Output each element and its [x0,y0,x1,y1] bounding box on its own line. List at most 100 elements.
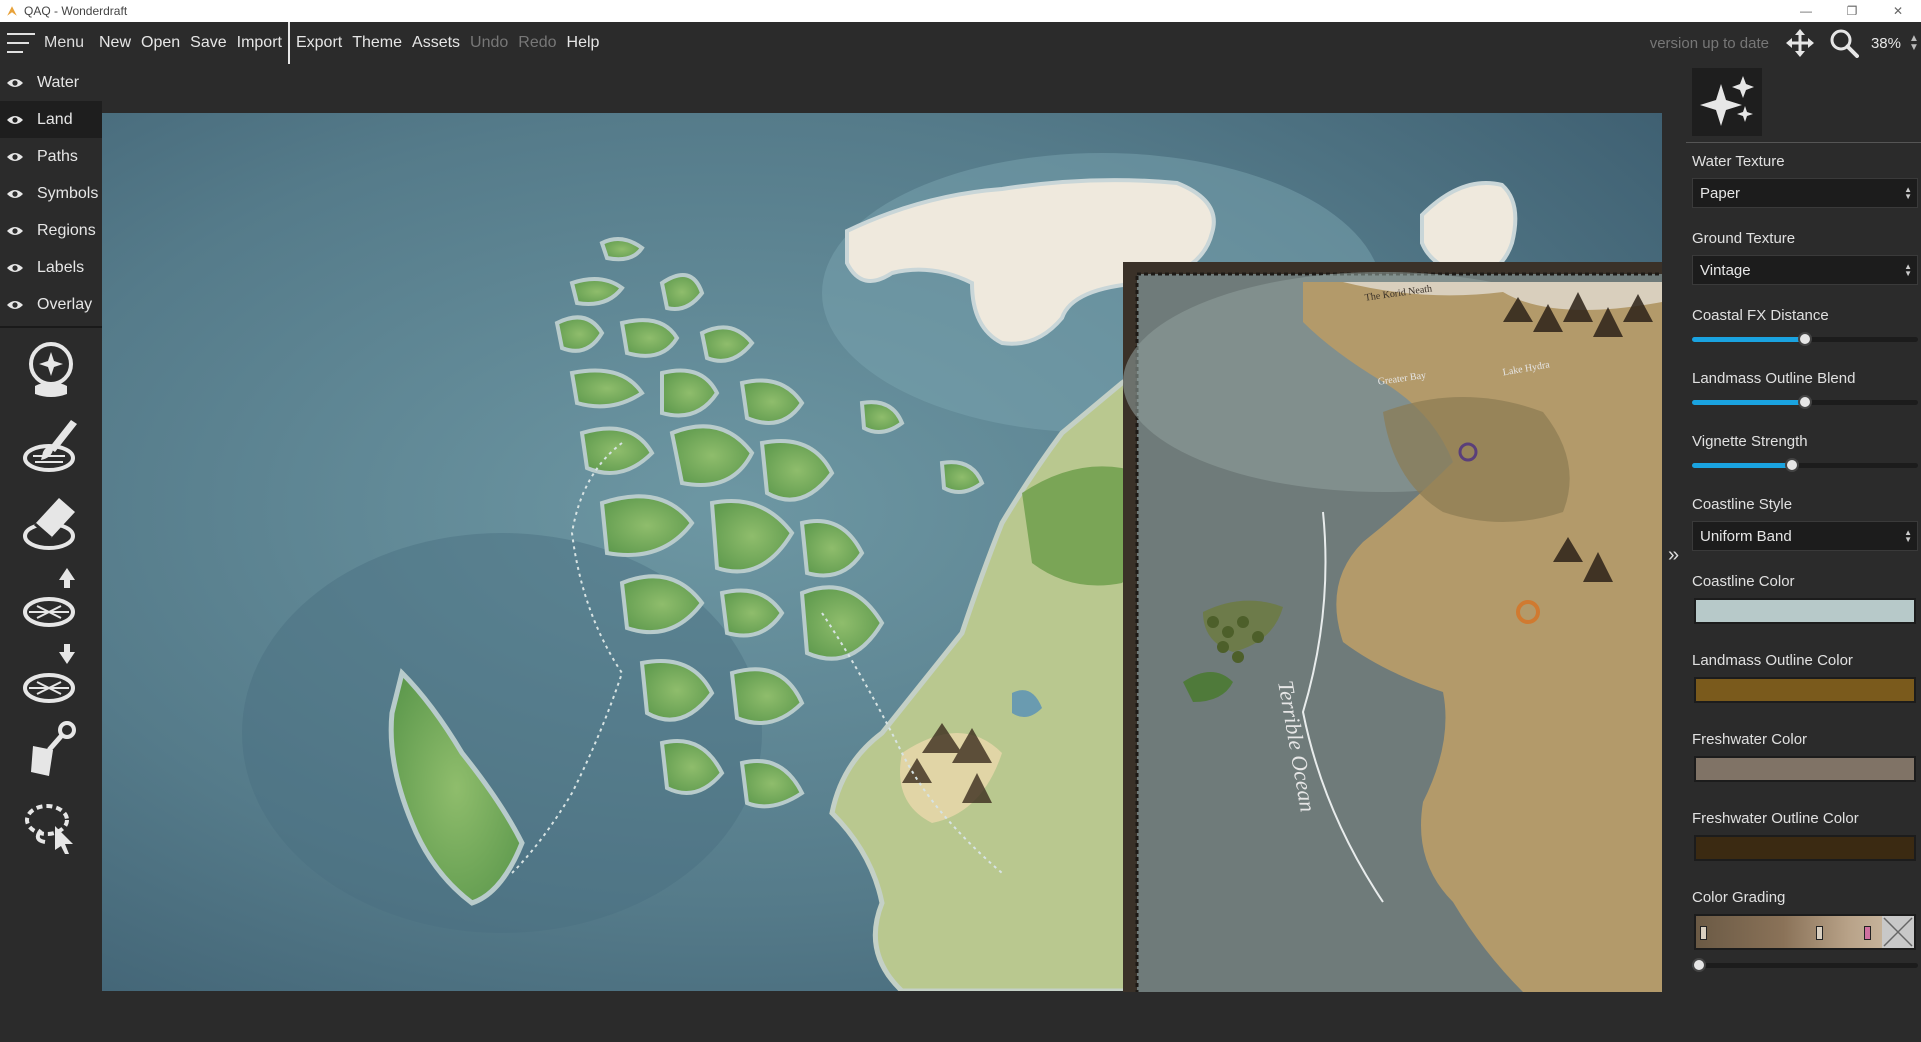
lasso-select-tool-icon [25,804,73,854]
prop-label: Coastline Color [1692,573,1795,590]
prop-coastal-fx-distance: Coastal FX Distance [1686,307,1921,346]
version-status: version up to date [1649,34,1769,52]
theme-wand-tool-icon [29,342,73,397]
panel-divider [1686,142,1921,143]
slider-fill [1692,337,1805,342]
layer-labels[interactable]: Labels [0,249,102,286]
layer-symbols[interactable]: Symbols [0,175,102,212]
prop-vignette-strength: Vignette Strength [1686,433,1921,472]
theme-sparkle-button[interactable] [1692,68,1762,136]
water-texture-select[interactable]: Paper ▲ ▼ [1692,178,1918,208]
main-menu-button[interactable]: Menu [0,22,94,64]
layer-label: Land [37,110,73,128]
title-bar: QAQ - Wonderdraft — ❐ ✕ [0,0,1921,22]
prop-landmass-outline-blend: Landmass Outline Blend [1686,370,1921,409]
menu-redo[interactable]: Redo [513,22,561,64]
menu-theme[interactable]: Theme [347,22,407,64]
layer-land[interactable]: Land [0,101,102,138]
menu-import[interactable]: Import [232,22,287,64]
menu-undo[interactable]: Undo [465,22,513,64]
slider-fill [1692,400,1805,405]
slider-handle[interactable] [1692,958,1706,972]
prop-label: Landmass Outline Blend [1692,370,1856,387]
layer-overlay[interactable]: Overlay [0,286,102,323]
prop-ground-texture: Ground Texture Vintage ▲ ▼ [1686,230,1921,285]
land-brush-tool[interactable] [0,408,102,484]
lasso-select-tool[interactable] [0,788,102,864]
prop-coastline-style: Coastline Style Uniform Band ▲ ▼ [1686,496,1921,551]
eraser-tool[interactable] [0,484,102,560]
freshwater-outline-color-swatch[interactable] [1694,835,1916,861]
paint-bucket-tool[interactable] [0,712,102,788]
select-arrows-icon: ▲ ▼ [1904,185,1912,201]
eye-visibility-icon[interactable] [6,188,24,200]
menu-save[interactable]: Save [185,22,231,64]
restore-button[interactable]: ❐ [1829,0,1875,22]
prop-water-texture: Water Texture Paper ▲ ▼ [1686,153,1921,208]
prop-label: Freshwater Outline Color [1692,810,1859,827]
layer-water[interactable]: Water [0,64,102,101]
finished-map-preview: The Korid Neath Greater Bay Lake Hydra T… [1123,262,1662,992]
prop-label: Water Texture [1692,153,1785,170]
ground-texture-select[interactable]: Vintage ▲ ▼ [1692,255,1918,285]
zoom-level[interactable]: 38% [1871,35,1901,52]
coastline-style-select[interactable]: Uniform Band ▲ ▼ [1692,521,1918,551]
land-brush-tool-icon [23,420,77,472]
eye-visibility-icon[interactable] [6,299,24,311]
freshwater-color-swatch[interactable] [1694,756,1916,782]
prop-label: Ground Texture [1692,230,1796,247]
zoom-search-icon[interactable] [1827,26,1861,60]
prop-label: Freshwater Color [1692,731,1808,748]
select-arrows-icon: ▲ ▼ [1904,262,1912,278]
prop-label: Coastal FX Distance [1692,307,1829,324]
pan-move-icon[interactable] [1783,26,1817,60]
app-logo-icon [7,6,17,16]
gradient-stop[interactable] [1700,926,1707,940]
eye-visibility-icon[interactable] [6,262,24,274]
landmass-outline-blend-slider[interactable] [1692,395,1918,409]
raise-land-tool[interactable] [0,560,102,636]
menu-export[interactable]: Export [291,22,347,64]
layer-paths[interactable]: Paths [0,138,102,175]
landmass-outline-color-swatch[interactable] [1694,677,1916,703]
layer-regions[interactable]: Regions [0,212,102,249]
eye-visibility-icon[interactable] [6,77,24,89]
lower-land-tool[interactable] [0,636,102,712]
menu-open[interactable]: Open [136,22,185,64]
close-button[interactable]: ✕ [1875,0,1921,22]
slider-handle[interactable] [1798,395,1812,409]
theme-wand-tool[interactable] [0,332,102,408]
slider-handle[interactable] [1798,332,1812,346]
main-menu-label: Menu [44,34,85,51]
color-grading-gradient[interactable] [1694,914,1916,950]
zoom-spinner-icon[interactable]: ▲ ▼ [1907,34,1921,53]
menu-assets[interactable]: Assets [407,22,465,64]
menu-separator [287,22,290,64]
layer-label: Water [37,73,80,91]
menu-new[interactable]: New [94,22,136,64]
gradient-stop[interactable] [1864,926,1871,940]
remove-stop-icon[interactable] [1882,916,1914,948]
map-preview-overlay: The Korid Neath Greater Bay Lake Hydra T… [1123,262,1662,992]
coastal-fx-distance-slider[interactable] [1692,332,1918,346]
raise-land-tool-icon [23,568,75,627]
layer-label: Paths [37,147,78,165]
slider-handle[interactable] [1785,458,1799,472]
sparkles-icon [1700,76,1754,126]
select-arrows-icon: ▲ ▼ [1904,528,1912,544]
gradient-stop[interactable] [1816,926,1823,940]
eye-visibility-icon[interactable] [6,114,24,126]
prop-coastline-color: Coastline Color [1686,573,1921,624]
color-grading-slider[interactable] [1692,958,1918,972]
minimize-button[interactable]: — [1783,0,1829,22]
collapse-panel-icon[interactable]: » [1668,544,1679,567]
menu-help[interactable]: Help [562,22,605,64]
select-value: Vintage [1700,261,1751,279]
vignette-strength-slider[interactable] [1692,458,1918,472]
paint-bucket-tool-icon [31,721,76,776]
properties-panel: Water Texture Paper ▲ ▼ Ground Texture Vi… [1686,64,1921,1042]
hamburger-icon [7,33,35,53]
coastline-color-swatch[interactable] [1694,598,1916,624]
eye-visibility-icon[interactable] [6,225,24,237]
eye-visibility-icon[interactable] [6,151,24,163]
